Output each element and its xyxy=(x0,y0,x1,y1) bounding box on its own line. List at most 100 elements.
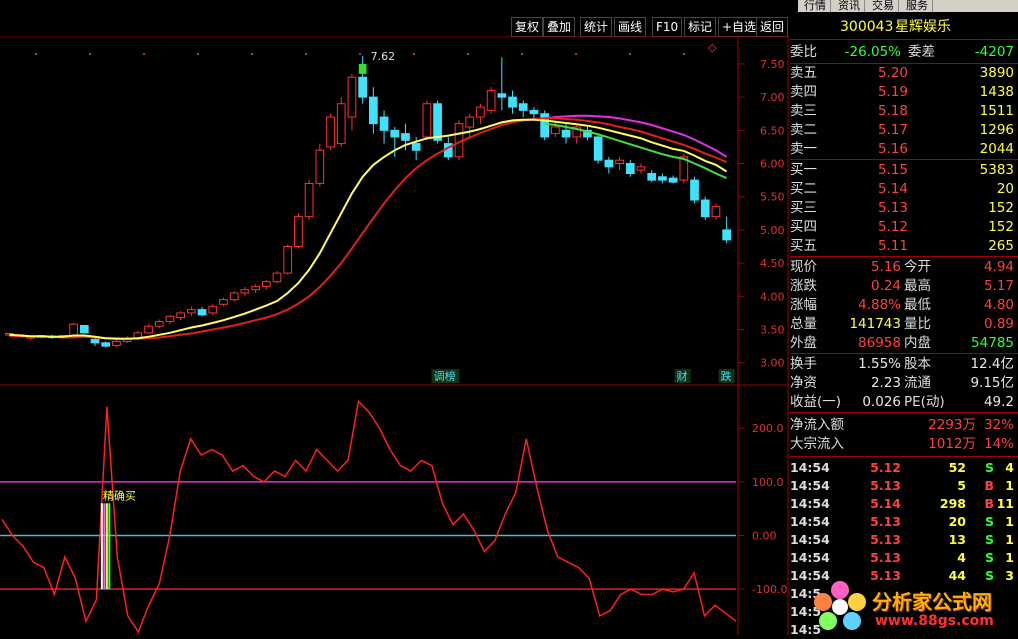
sell-row: 卖三 5.18 1511 xyxy=(790,102,1016,121)
order-label: 买二 xyxy=(790,181,817,197)
ytick-label: 5.00 xyxy=(760,224,785,237)
candle-body xyxy=(390,129,400,138)
webi-value: -26.05% xyxy=(844,44,901,60)
candle-body xyxy=(529,109,539,115)
ytick-label: 4.00 xyxy=(760,290,785,303)
tick-volume: 13 xyxy=(948,532,966,547)
stat-row: 现价 5.16 今开 4.94 xyxy=(790,258,1016,277)
toolbar-btn-5[interactable]: 标记 xyxy=(684,17,717,37)
order-volume: 265 xyxy=(988,238,1014,254)
stat-label: 最高 xyxy=(904,278,931,294)
ytick-label: 3.50 xyxy=(760,324,785,337)
candle-body xyxy=(101,342,111,347)
nav-0[interactable]: 行情 xyxy=(800,0,831,12)
candle-body xyxy=(112,340,121,346)
stat-value: 5.17 xyxy=(983,278,1014,294)
stat-label: 内盘 xyxy=(904,335,931,351)
stock-name: 星辉娱乐 xyxy=(895,19,951,35)
stat-label: 净资 xyxy=(790,375,817,391)
order-label: 买五 xyxy=(790,238,817,254)
tick-side: B xyxy=(984,478,994,493)
stat-row: 涨跌 0.24 最高 5.17 xyxy=(790,277,1016,296)
candle-body xyxy=(69,323,78,336)
nav-2[interactable]: 交易 xyxy=(868,0,899,12)
order-volume: 3890 xyxy=(979,65,1014,81)
toolbar-btn-7[interactable]: 返回 xyxy=(756,17,788,37)
candle-body xyxy=(625,163,635,174)
sell-row: 卖一 5.16 2044 xyxy=(790,140,1016,159)
stat2-row: 换手 1.55% 股本 12.4亿 xyxy=(790,355,1016,374)
peak-candle-mark xyxy=(358,63,367,74)
toolbar-btn-6[interactable]: +自选 xyxy=(718,17,761,37)
stat2-row: 收益(一) 0.026 PE(动) 49.2 xyxy=(790,393,1016,412)
logo-text: 分析家公式网 xyxy=(872,590,992,614)
stat-value: 0.24 xyxy=(870,278,901,294)
order-price: 5.16 xyxy=(877,141,908,157)
tick-row: 14:54 5.13 4 S 1 xyxy=(790,548,1016,567)
site-logo: 分析家公式网 www.88gs.com xyxy=(810,578,1018,635)
toolbar-btn-4[interactable]: F10 xyxy=(652,17,683,37)
stat-label: 涨跌 xyxy=(790,278,817,294)
stat-row: 涨幅 4.88% 最低 4.80 xyxy=(790,296,1016,315)
candle-body xyxy=(79,325,89,334)
tick-time: 14:54 xyxy=(790,478,830,493)
order-label: 卖二 xyxy=(790,122,817,138)
tick-row: 14:54 5.13 13 S 1 xyxy=(790,530,1016,549)
nav-3[interactable]: 服务 xyxy=(902,0,933,12)
dot-mark xyxy=(413,53,415,55)
tick-count: 4 xyxy=(1005,460,1014,475)
order-price: 5.19 xyxy=(877,84,908,100)
tick-time: 14:54 xyxy=(790,532,830,547)
stat-value: 9.15亿 xyxy=(970,375,1014,391)
order-volume: 2044 xyxy=(979,141,1014,157)
order-price: 5.14 xyxy=(877,181,908,197)
order-price: 5.11 xyxy=(877,238,908,254)
candle-body xyxy=(647,172,657,181)
stock-header: 300043 星辉娱乐 xyxy=(790,18,1016,37)
stat-value: 0.026 xyxy=(862,394,901,410)
flow-row: 大宗流入 1012万 14% xyxy=(790,435,1016,454)
tick-volume: 4 xyxy=(957,550,966,565)
tick-count: 1 xyxy=(1005,514,1014,529)
toolbar-btn-0[interactable]: 复权 xyxy=(511,17,544,37)
tick-row: 14:54 5.13 20 S 1 xyxy=(790,512,1016,531)
candle-body xyxy=(401,133,410,141)
toolbar-btn-2[interactable]: 统计 xyxy=(580,17,613,37)
stat-row: 外盘 86958 内盘 54785 xyxy=(790,334,1016,353)
candle-body xyxy=(636,166,646,171)
toolbar-btn-3[interactable]: 画线 xyxy=(614,17,647,37)
stat-label: 股本 xyxy=(904,356,931,372)
order-volume: 5383 xyxy=(979,162,1014,178)
flow-value: 2293万 xyxy=(928,417,976,433)
tick-volume: 5 xyxy=(957,478,966,493)
candle-body xyxy=(465,116,475,128)
order-label: 买四 xyxy=(790,219,817,235)
tick-time: 14:54 xyxy=(790,550,830,565)
tick-side: S xyxy=(984,532,994,547)
candle-body xyxy=(711,206,721,218)
ytick-label: 7.50 xyxy=(760,58,785,71)
signal-bar xyxy=(108,503,111,590)
order-volume: 152 xyxy=(988,200,1014,216)
candle-body xyxy=(561,129,571,138)
dot-mark xyxy=(683,53,685,55)
signal-bar xyxy=(105,503,108,590)
nav-1[interactable]: 资讯 xyxy=(834,0,865,12)
candle-body xyxy=(668,177,678,183)
candle-body xyxy=(379,116,389,131)
stat-label: 外盘 xyxy=(790,335,817,351)
dot-mark xyxy=(305,53,307,55)
dot-mark xyxy=(143,53,145,55)
candle-body xyxy=(604,159,614,168)
order-price: 5.12 xyxy=(877,219,908,235)
signal-bar xyxy=(100,503,103,590)
tick-price: 5.13 xyxy=(870,532,901,547)
osc-line xyxy=(1,399,737,634)
ytick-label: 5.50 xyxy=(760,191,785,204)
candle-body xyxy=(261,281,271,287)
buy-row: 买四 5.12 152 xyxy=(790,218,1016,237)
toolbar-btn-1[interactable]: 叠加 xyxy=(543,17,576,37)
order-volume: 20 xyxy=(996,181,1014,197)
order-label: 买三 xyxy=(790,200,817,216)
tick-volume: 20 xyxy=(948,514,966,529)
